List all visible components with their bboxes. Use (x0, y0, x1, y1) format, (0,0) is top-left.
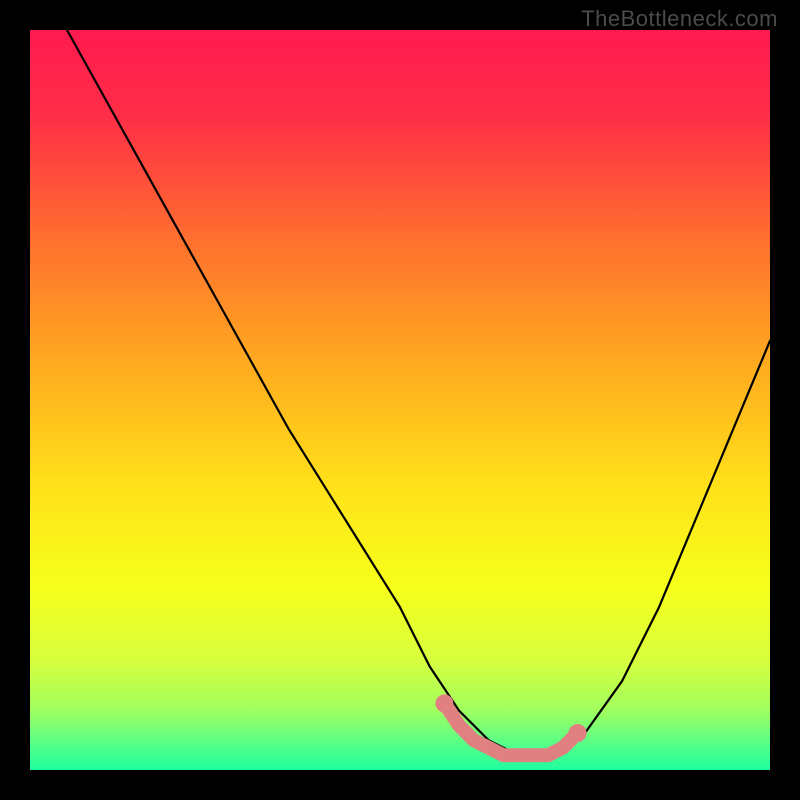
optimal-range-stroke (444, 703, 577, 755)
plot-area (30, 30, 770, 770)
watermark-text: TheBottleneck.com (581, 6, 778, 32)
bottleneck-curve (67, 30, 770, 755)
outer-frame: TheBottleneck.com (0, 0, 800, 800)
chart-svg (30, 30, 770, 770)
